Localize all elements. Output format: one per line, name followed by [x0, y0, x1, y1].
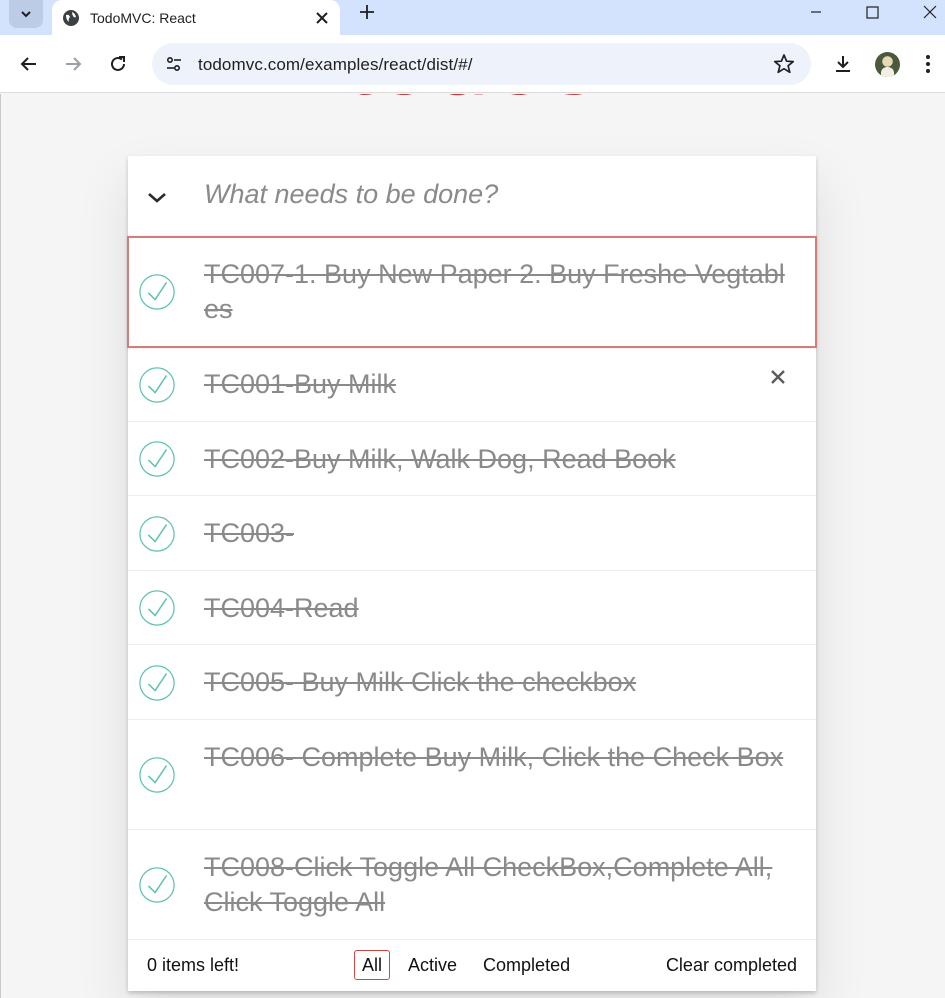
bookmark-star-icon[interactable] — [773, 53, 795, 75]
browser-toolbar: todomvc.com/examples/react/dist/#/ — [0, 35, 945, 93]
tab-strip: TodoMVC: React — [0, 0, 945, 35]
todo-label: TC001-Buy Milk — [204, 369, 397, 399]
delete-todo-button[interactable] — [766, 365, 790, 389]
logo-clip: todos — [1, 94, 945, 118]
close-icon — [771, 370, 785, 384]
app-logo: todos — [1, 94, 945, 96]
todo-item[interactable]: TC004-Read — [128, 571, 816, 645]
todo-label: TC004-Read — [204, 592, 359, 623]
plus-icon — [360, 5, 374, 19]
menu-button[interactable] — [918, 49, 938, 79]
address-bar[interactable]: todomvc.com/examples/react/dist/#/ — [152, 43, 811, 85]
tab-search-button[interactable] — [9, 0, 43, 28]
todo-footer: 0 items left! All Active Completed Clear… — [128, 940, 816, 991]
new-todo-input[interactable]: What needs to be done? — [204, 179, 498, 210]
page-content: todos What needs to be done? TC007-1. Bu… — [0, 94, 945, 998]
filter-all[interactable]: All — [354, 950, 391, 980]
completed-checkbox[interactable] — [138, 366, 176, 404]
todo-list: TC007-1. Buy New Paper 2. Buy Freshe Veg… — [127, 236, 817, 940]
globe-icon — [63, 9, 79, 26]
completed-checkbox[interactable] — [138, 589, 176, 627]
reload-button[interactable] — [103, 49, 133, 79]
downloads-button[interactable] — [828, 49, 858, 79]
todo-label: TC006- Complete Buy Milk, Click the Chec… — [204, 742, 784, 772]
todo-item[interactable]: TC007-1. Buy New Paper 2. Buy Freshe Veg… — [127, 236, 817, 348]
maximize-button[interactable] — [849, 0, 895, 24]
forward-button[interactable] — [58, 49, 88, 79]
filter-active[interactable]: Active — [400, 950, 465, 980]
todo-item[interactable]: TC002-Buy Milk, Walk Dog, Read Book — [128, 422, 816, 496]
tab-close-button[interactable] — [310, 6, 334, 30]
completed-checkbox[interactable] — [138, 440, 176, 478]
minimize-icon — [811, 11, 821, 13]
todo-label: TC007-1. Buy New Paper 2. Buy Freshe Veg… — [204, 259, 785, 324]
todo-label: TC005- Buy Milk Click the checkbox — [204, 667, 637, 697]
close-icon — [923, 5, 937, 19]
clear-completed-button[interactable]: Clear completed — [666, 955, 797, 976]
new-tab-button[interactable] — [353, 0, 381, 24]
todo-item[interactable]: TC005- Buy Milk Click the checkbox — [128, 645, 816, 720]
download-icon — [836, 56, 850, 72]
tab-title: TodoMVC: React — [90, 9, 196, 26]
more-vert-icon — [926, 55, 930, 73]
todo-label: TC003- — [204, 518, 295, 548]
completed-checkbox[interactable] — [138, 756, 176, 794]
todo-label: TC002-Buy Milk, Walk Dog, Read Book — [204, 443, 676, 474]
minimize-button[interactable] — [793, 0, 839, 24]
todo-item[interactable]: TC001-Buy Milk — [128, 347, 816, 422]
site-info-button[interactable] — [162, 52, 186, 76]
maximize-icon — [865, 5, 879, 19]
todo-header: What needs to be done? — [128, 156, 816, 237]
todo-item[interactable]: TC008-Click Toggle All CheckBox,Complete… — [128, 830, 816, 940]
window-close-button[interactable] — [907, 0, 945, 24]
completed-checkbox[interactable] — [138, 515, 176, 553]
completed-checkbox[interactable] — [138, 866, 176, 904]
todo-item[interactable]: TC003- — [128, 496, 816, 571]
close-icon — [316, 11, 328, 24]
reload-icon — [111, 56, 125, 71]
completed-checkbox[interactable] — [138, 273, 176, 311]
items-left-count: 0 items left! — [147, 955, 240, 975]
chevron-down-icon — [148, 193, 166, 203]
arrow-right-icon — [66, 57, 82, 71]
filters: All Active Completed — [354, 950, 588, 980]
back-button[interactable] — [14, 49, 44, 79]
profile-avatar[interactable] — [875, 52, 900, 77]
todo-item[interactable]: TC006- Complete Buy Milk, Click the Chec… — [128, 720, 816, 830]
toggle-all-button[interactable] — [145, 186, 169, 210]
todo-app: What needs to be done? TC007-1. Buy New … — [127, 156, 817, 991]
chevron-down-icon — [21, 11, 31, 18]
url-text: todomvc.com/examples/react/dist/#/ — [198, 55, 473, 74]
completed-checkbox[interactable] — [138, 664, 176, 702]
filter-completed[interactable]: Completed — [475, 950, 578, 980]
active-tab[interactable]: TodoMVC: React — [52, 0, 340, 35]
todo-label: TC008-Click Toggle All CheckBox,Complete… — [204, 852, 773, 917]
arrow-left-icon — [20, 57, 36, 71]
tune-icon — [166, 56, 181, 72]
